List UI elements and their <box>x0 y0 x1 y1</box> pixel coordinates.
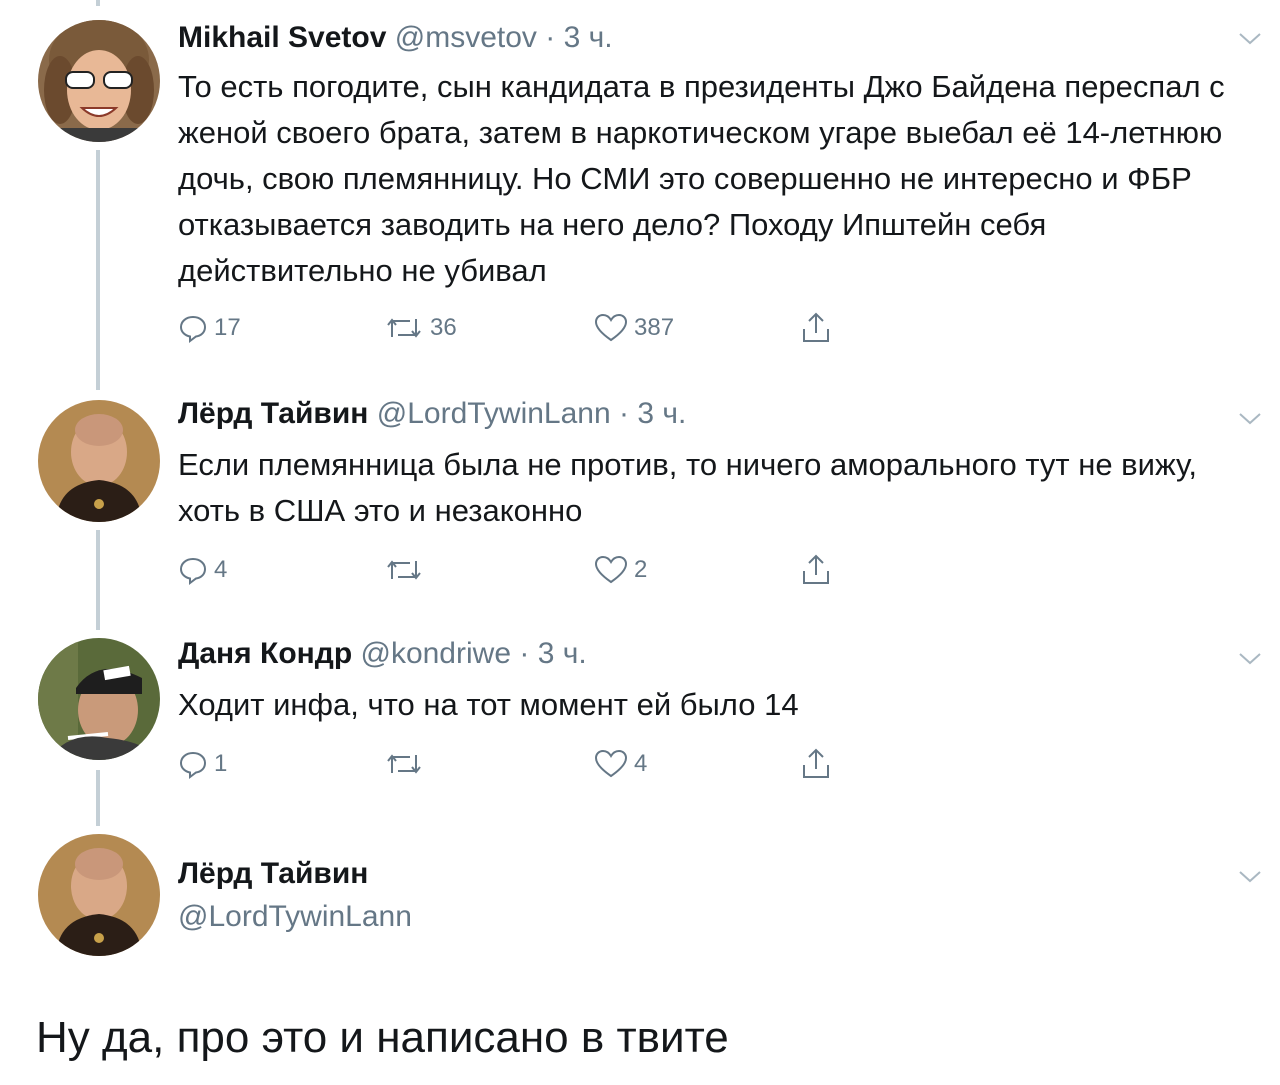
reply-count: 4 <box>214 556 228 583</box>
tweet-actions: 4 2 <box>178 552 878 588</box>
tweet[interactable]: Лёрд Тайвин @LordTywinLann · 3 ч. Если п… <box>0 380 1280 620</box>
tweet-header: Лёрд Тайвин @LordTywinLann · 3 ч. <box>178 396 686 432</box>
like-count: 4 <box>634 750 648 777</box>
reply-icon <box>179 315 207 343</box>
reply-icon <box>179 751 207 779</box>
reply-button[interactable]: 17 <box>178 310 241 346</box>
share-icon <box>803 312 829 342</box>
share-button[interactable] <box>800 552 832 588</box>
tweet-actions: 17 36 387 <box>178 310 878 346</box>
avatar[interactable] <box>38 400 160 522</box>
display-name[interactable]: Лёрд Тайвин <box>178 857 368 890</box>
chevron-down-icon[interactable] <box>1236 28 1264 48</box>
share-icon <box>803 554 829 584</box>
like-count: 2 <box>634 556 648 583</box>
separator: · <box>545 21 556 54</box>
reply-count: 17 <box>214 314 241 341</box>
like-button[interactable]: 387 <box>594 310 674 346</box>
retweet-button[interactable] <box>384 552 430 588</box>
reply-text: Ну да, про это и написано в твите <box>36 1013 729 1062</box>
retweet-button[interactable] <box>384 746 430 782</box>
reply-icon <box>179 557 207 585</box>
display-name[interactable]: Лёрд Тайвин <box>178 397 368 430</box>
chevron-down-icon[interactable] <box>1236 408 1264 428</box>
tweet-header: Даня Кондр @kondriwe · 3 ч. <box>178 636 587 672</box>
like-button[interactable]: 2 <box>594 552 647 588</box>
retweet-icon <box>387 560 421 580</box>
reply-author[interactable]: Лёрд Тайвин @LordTywinLann <box>0 820 1280 970</box>
tweet-text: То есть погодите, сын кандидата в презид… <box>178 69 1225 288</box>
handle[interactable]: @msvetov <box>395 21 537 54</box>
retweet-icon <box>387 318 421 338</box>
chevron-down-icon[interactable] <box>1236 648 1264 668</box>
timestamp[interactable]: 3 ч. <box>564 21 613 54</box>
avatar[interactable] <box>38 638 160 760</box>
share-icon <box>803 748 829 778</box>
tweet-actions: 1 4 <box>178 746 878 782</box>
avatar[interactable] <box>38 20 160 142</box>
separator: · <box>619 397 630 430</box>
timestamp[interactable]: 3 ч. <box>538 637 587 670</box>
chevron-down-icon[interactable] <box>1236 866 1264 886</box>
display-name[interactable]: Даня Кондр <box>178 637 352 670</box>
reply-count: 1 <box>214 750 228 777</box>
like-button[interactable]: 4 <box>594 746 647 782</box>
handle[interactable]: @LordTywinLann <box>178 900 412 934</box>
share-button[interactable] <box>800 310 832 346</box>
timestamp[interactable]: 3 ч. <box>637 397 686 430</box>
tweet[interactable]: Даня Кондр @kondriwe · 3 ч. Ходит инфа, … <box>0 620 1280 820</box>
reply-button[interactable]: 4 <box>178 552 227 588</box>
share-button[interactable] <box>800 746 832 782</box>
retweet-icon <box>387 754 421 774</box>
tweet-header: Mikhail Svetov @msvetov · 3 ч. <box>178 20 613 56</box>
reply-button[interactable]: 1 <box>178 746 227 782</box>
heart-icon <box>594 313 628 342</box>
separator: · <box>519 637 530 670</box>
tweet-text: Ходит инфа, что на тот момент ей было 14 <box>178 687 799 722</box>
avatar[interactable] <box>38 834 160 956</box>
handle[interactable]: @LordTywinLann <box>377 397 611 430</box>
handle[interactable]: @kondriwe <box>360 637 511 670</box>
retweet-button[interactable]: 36 <box>384 310 457 346</box>
heart-icon <box>594 749 628 778</box>
retweet-count: 36 <box>430 314 457 341</box>
tweet-text: Если племянница была не против, то ничег… <box>178 447 1198 528</box>
display-name[interactable]: Mikhail Svetov <box>178 21 386 54</box>
reply-author-name: Лёрд Тайвин <box>178 856 368 892</box>
tweet[interactable]: Mikhail Svetov @msvetov · 3 ч. То есть п… <box>0 0 1280 380</box>
heart-icon <box>594 555 628 584</box>
like-count: 387 <box>634 314 675 341</box>
